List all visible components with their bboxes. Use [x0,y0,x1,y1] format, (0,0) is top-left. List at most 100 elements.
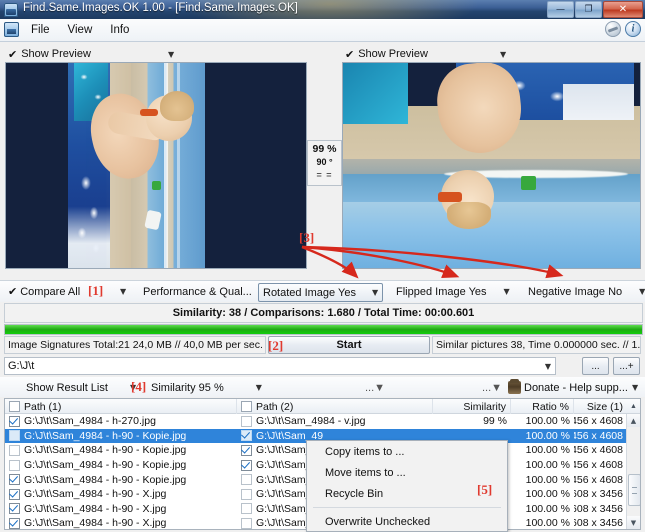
row-checkbox-1[interactable] [9,503,20,514]
photo-right-sky [343,198,640,268]
chevron-down-icon[interactable]: ▼ [545,362,551,371]
preview-right-header[interactable]: ✔ Show Preview ▼ [345,46,640,62]
table-cell-ratio[interactable]: 100.00 % [511,472,574,487]
table-cell-similarity[interactable]: 99 % [433,414,511,429]
chevron-down-icon: ▼ [120,287,126,296]
column-header-path1[interactable]: Path (1) [5,399,237,414]
column-header-path2[interactable]: Path (2) [237,399,433,414]
scrollbar-thumb[interactable] [628,474,641,506]
table-cell-ratio[interactable]: 100.00 % [511,414,574,429]
middle-dropdown[interactable]: ...▼ [365,380,385,395]
chevron-down-icon: ▼ [639,287,645,296]
row-checkbox-1[interactable] [9,430,20,441]
compare-all-option[interactable]: ✔ Compare All [8,283,80,300]
performance-quality-option[interactable]: Performance & Qual... ▼ [143,283,264,300]
table-cell-path1[interactable]: G:\J\t\Sam_4984 - h-270.jpg [5,414,237,429]
photo-left-hair [160,91,194,121]
menu-item-view[interactable]: View [59,22,102,38]
chevron-down-icon: ▼ [256,383,262,392]
table-cell-path1[interactable]: G:\J\t\Sam_4984 - h-90 - X.jpg [5,516,237,530]
add-folder-button[interactable]: ...+ [613,357,640,375]
row-checkbox-1[interactable] [9,445,20,456]
table-cell-ratio[interactable]: 100.00 % [511,429,574,444]
chevron-down-icon[interactable]: ▼ [500,50,506,59]
table-cell-size1[interactable]: 4608 x 3456 [574,502,627,517]
table-cell-path1[interactable]: G:\J\t\Sam_4984 - h-90 - Kopie.jpg [5,429,237,444]
table-cell-size1[interactable]: 4608 x 3456 [574,516,627,530]
row-checkbox-1[interactable] [9,518,20,529]
start-button[interactable]: Start [268,336,430,354]
similarity-filter-option[interactable]: Similarity 95 % ▼ [151,380,262,395]
column-header-size1[interactable]: Size (1) [574,399,627,414]
minimize-button[interactable]: — [547,1,574,18]
table-cell-path2[interactable]: G:\J\t\Sam_4984 - v.jpg [237,414,433,429]
context-menu-item[interactable]: Move items to ... [307,462,507,483]
table-cell-size1[interactable]: 3456 x 4608 [574,443,627,458]
context-menu-item[interactable]: Copy items to ... [307,441,507,462]
row-checkbox-1[interactable] [9,474,20,485]
column-header-similarity[interactable]: Similarity [433,399,511,414]
row-checkbox-2[interactable] [241,518,252,529]
row-checkbox-2[interactable] [241,503,252,514]
select-all-checkbox-2[interactable] [241,401,252,412]
select-all-checkbox-1[interactable] [9,401,20,412]
table-cell-text: 100.00 % [526,488,570,500]
browse-folder-button[interactable]: ... [582,357,609,375]
equal-marker: = = [308,169,341,182]
compare-all-label: Compare All [20,286,80,298]
compare-all-dropdown[interactable]: ▼ [120,283,126,300]
menu-item-file[interactable]: File [22,22,59,38]
table-cell-path1[interactable]: G:\J\t\Sam_4984 - h-90 - X.jpg [5,502,237,517]
table-cell-text: G:\J\t\Sam_4984 - h-270.jpg [24,415,156,427]
path-input[interactable]: G:\J\t ▼ [4,357,556,375]
preview-left-image[interactable] [5,62,307,269]
menu-item-info[interactable]: Info [101,22,138,38]
negative-image-option[interactable]: Negative Image No ▼ [528,283,645,300]
flipped-image-option[interactable]: Flipped Image Yes ▼ [396,283,510,300]
preview-left-photo [6,63,306,268]
table-cell-ratio[interactable]: 100.00 % [511,502,574,517]
table-cell-size1[interactable]: 3456 x 4608 [574,429,627,444]
table-cell-ratio[interactable]: 100.00 % [511,516,574,530]
preview-right-image[interactable] [342,62,641,269]
row-checkbox-2[interactable] [241,445,252,456]
context-menu-item[interactable]: Overwrite Unchecked [307,511,507,532]
table-row[interactable]: G:\J\t\Sam_4984 - h-270.jpg G:\J\t\Sam_49… [5,414,640,429]
preview-right-checkmark: ✔ [345,48,354,61]
info-icon[interactable] [625,21,641,37]
table-cell-path1[interactable]: G:\J\t\Sam_4984 - h-90 - Kopie.jpg [5,458,237,473]
row-checkbox-1[interactable] [9,460,20,471]
row-checkbox-1[interactable] [9,489,20,500]
table-cell-ratio[interactable]: 100.00 % [511,443,574,458]
scroll-up-button[interactable]: ▲ [627,414,640,427]
preview-left-header[interactable]: ✔ Show Preview ▼ [8,46,308,62]
scroll-down-button[interactable]: ▼ [627,516,640,529]
show-result-list-option[interactable]: Show Result List ▼ [26,380,136,395]
table-cell-path1[interactable]: G:\J\t\Sam_4984 - h-90 - Kopie.jpg [5,443,237,458]
row-checkbox-2[interactable] [241,430,252,441]
table-cell-path1[interactable]: G:\J\t\Sam_4984 - h-90 - X.jpg [5,487,237,502]
table-cell-size1[interactable]: 3456 x 4608 [574,472,627,487]
table-cell-size1[interactable]: 3456 x 4608 [574,414,627,429]
table-cell-size1[interactable]: 3456 x 4608 [574,458,627,473]
donate-option[interactable]: Donate - Help supp... ▼ [508,380,638,395]
table-cell-ratio[interactable]: 100.00 % [511,458,574,473]
close-button[interactable]: ✕ [603,1,643,18]
row-checkbox-2[interactable] [241,474,252,485]
chevron-down-icon[interactable]: ▼ [168,50,174,59]
table-cell-size1[interactable]: 4608 x 3456 [574,487,627,502]
table-scrollbar[interactable]: ▲ ▼ [626,414,640,529]
row-checkbox-1[interactable] [9,416,20,427]
table-cell-path1[interactable]: G:\J\t\Sam_4984 - h-90 - Kopie.jpg [5,472,237,487]
column-header-ratio[interactable]: Ratio % [511,399,574,414]
right-dropdown[interactable]: ...▼ [482,380,502,395]
row-checkbox-2[interactable] [241,460,252,471]
browse-folder-label: ... [591,361,599,372]
maximize-button[interactable]: ❐ [575,1,602,18]
row-checkbox-2[interactable] [241,489,252,500]
table-cell-ratio[interactable]: 100.00 % [511,487,574,502]
menu-app-icon [4,22,19,37]
rotated-image-option[interactable]: Rotated Image Yes ▼ [258,283,383,302]
wrench-icon[interactable] [605,21,621,37]
row-checkbox-2[interactable] [241,416,252,427]
